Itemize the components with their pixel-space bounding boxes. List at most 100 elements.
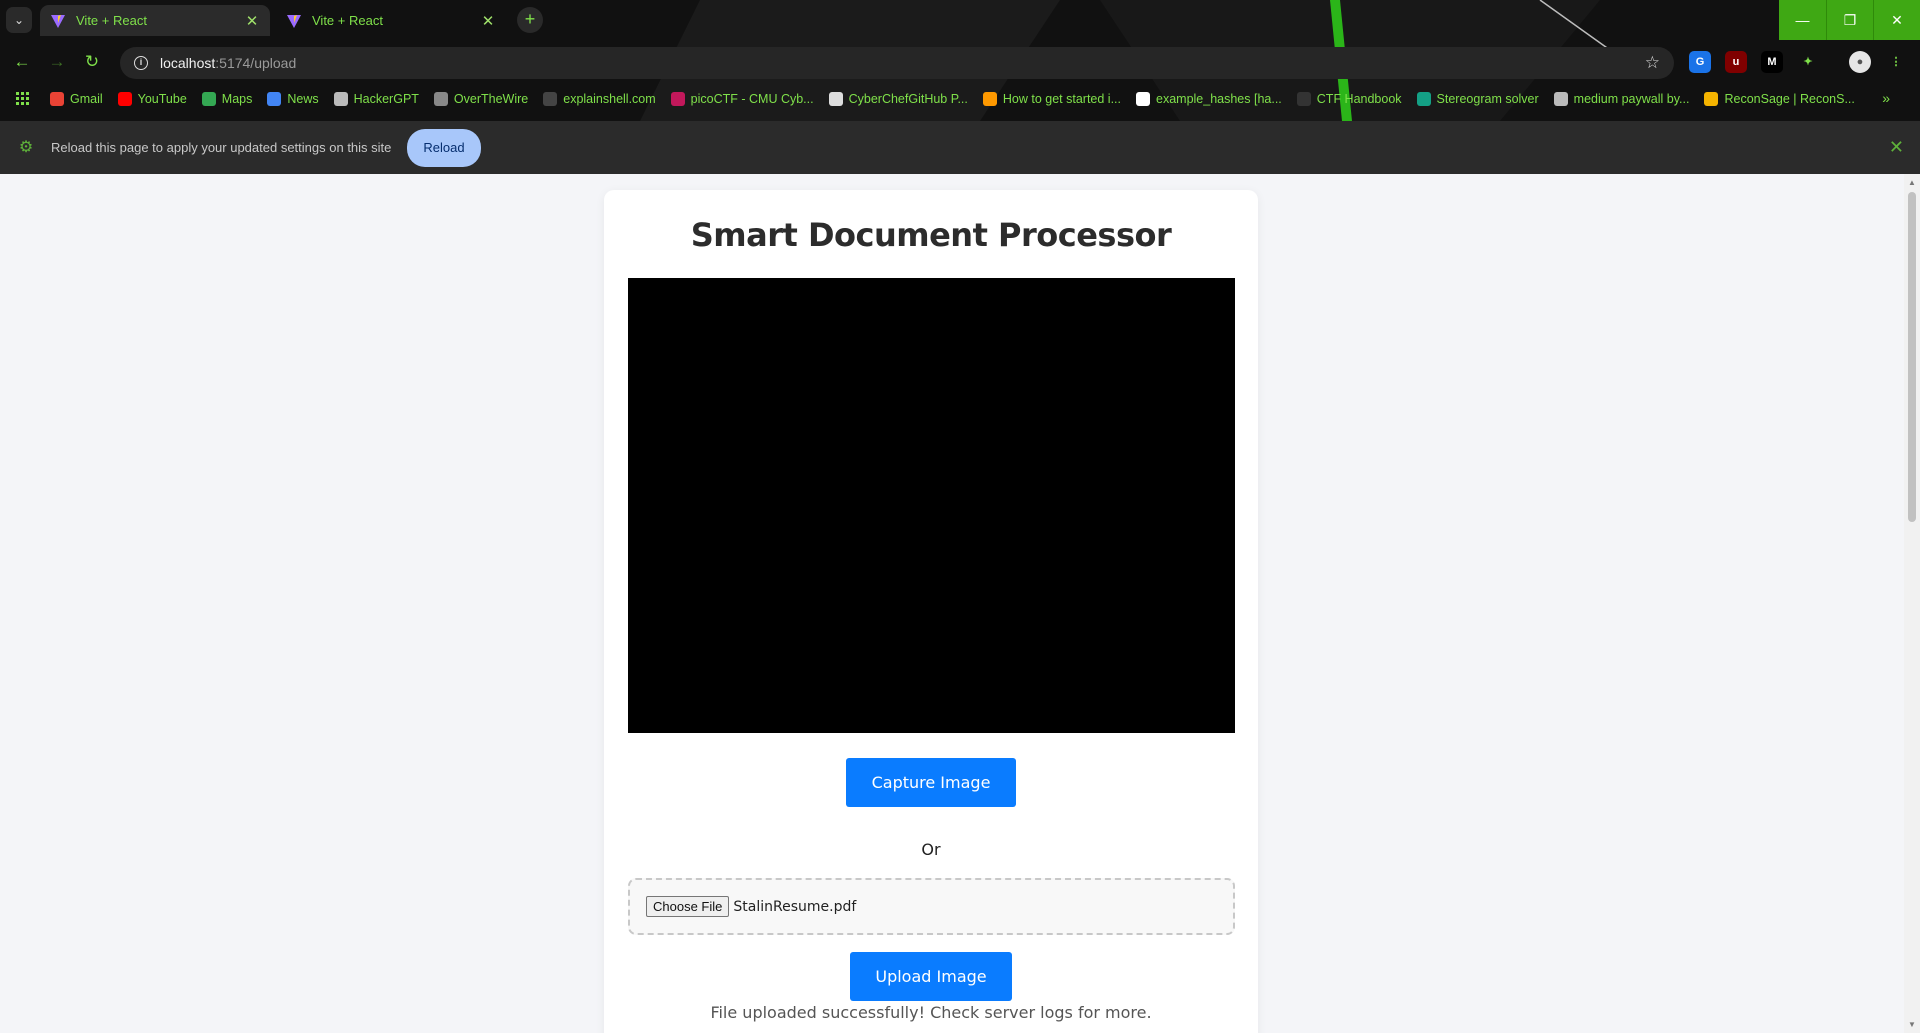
- upload-status-message: File uploaded successfully! Check server…: [710, 1003, 1152, 1022]
- bookmark-label: News: [287, 92, 319, 106]
- browser-menu-icon[interactable]: ⋮: [1885, 51, 1907, 73]
- news-icon: [267, 92, 282, 106]
- url-path: :5174/upload: [215, 55, 297, 71]
- bookmark-label: example_hashes [ha...: [1156, 92, 1282, 106]
- bookmark-label: ReconSage | ReconS...: [1724, 92, 1855, 106]
- close-tab-icon[interactable]: ✕: [480, 12, 496, 30]
- close-window-button[interactable]: ✕: [1873, 0, 1920, 40]
- bookmarks-bar: Gmail YouTube Maps News HackerGPT OverTheWire…: [0, 84, 1920, 114]
- scroll-up-arrow-icon[interactable]: ▲: [1908, 178, 1916, 187]
- bookmark-item[interactable]: OverTheWire: [433, 92, 529, 106]
- tab-vite-react-1[interactable]: Vite + React ✕: [40, 5, 270, 36]
- camera-preview: [628, 278, 1235, 733]
- bookmark-item[interactable]: YouTube: [117, 92, 187, 106]
- selected-file-name: StalinResume.pdf: [733, 898, 857, 915]
- medium-extension-icon[interactable]: M: [1761, 51, 1783, 73]
- hashcat-icon: [1136, 92, 1150, 106]
- stereogram-icon: [1416, 92, 1431, 106]
- maps-icon: [201, 92, 216, 106]
- medium-icon: [1553, 92, 1568, 106]
- picoctf-icon: [670, 92, 685, 106]
- bookmark-item[interactable]: How to get started i...: [982, 92, 1121, 106]
- tab-search-button[interactable]: ⌄: [6, 7, 32, 33]
- bookmark-item[interactable]: Stereogram solver: [1416, 92, 1539, 106]
- page-viewport: Smart Document Processor Capture Image O…: [0, 174, 1904, 1033]
- address-bar[interactable]: i localhost:5174/upload ☆: [120, 47, 1674, 79]
- explainshell-icon: [543, 92, 558, 106]
- file-input-area[interactable]: Choose File StalinResume.pdf: [628, 878, 1235, 935]
- bookmark-list: Gmail YouTube Maps News HackerGPT OverTheWire…: [50, 92, 1870, 106]
- site-info-icon[interactable]: i: [134, 56, 148, 70]
- bookmark-item[interactable]: HackerGPT: [333, 92, 419, 106]
- capture-image-button[interactable]: Capture Image: [846, 758, 1016, 807]
- bookmark-label: HackerGPT: [353, 92, 419, 106]
- settings-gear-icon: ⚙: [18, 138, 34, 156]
- bookmark-item[interactable]: CyberChefGitHub P...: [828, 92, 968, 106]
- apps-grid-icon[interactable]: [16, 92, 30, 106]
- window-controls: — ❐ ✕: [1779, 0, 1920, 40]
- extensions-puzzle-icon[interactable]: ✦: [1797, 51, 1819, 73]
- bookmark-item[interactable]: Gmail: [50, 92, 103, 106]
- upload-image-button[interactable]: Upload Image: [850, 952, 1012, 1001]
- url-host: localhost: [160, 55, 216, 71]
- overthewire-icon: [433, 92, 448, 106]
- bookmark-label: explainshell.com: [563, 92, 656, 106]
- browser-chrome: ⌄ Vite + React ✕ Vite + React ✕ + — ❐ ✕ …: [0, 0, 1920, 174]
- profile-avatar-icon[interactable]: ●: [1849, 51, 1871, 73]
- reload-icon[interactable]: ↻: [80, 50, 104, 74]
- processor-card: Smart Document Processor Capture Image O…: [604, 190, 1258, 1033]
- restore-button[interactable]: ❐: [1826, 0, 1873, 40]
- new-tab-button[interactable]: +: [517, 7, 543, 33]
- page-scrollbar[interactable]: ▲ ▼: [1904, 174, 1920, 1033]
- bookmark-item[interactable]: ReconSage | ReconS...: [1704, 92, 1855, 106]
- more-bookmarks-chevron-icon[interactable]: »: [1882, 90, 1890, 106]
- bookmark-label: CTF Handbook: [1316, 92, 1402, 106]
- scrollbar-thumb[interactable]: [1908, 192, 1916, 522]
- vite-icon: [287, 14, 301, 28]
- page-title: Smart Document Processor: [690, 216, 1172, 254]
- close-tab-icon[interactable]: ✕: [244, 12, 260, 30]
- bookmark-label: How to get started i...: [1002, 92, 1121, 106]
- gmail-icon: [50, 92, 64, 106]
- forward-arrow-icon[interactable]: →: [45, 50, 69, 74]
- bookmark-label: CyberChefGitHub P...: [848, 92, 968, 106]
- hackergpt-icon: [333, 92, 348, 106]
- cyberchef-icon: [828, 92, 843, 106]
- reddit-icon: [982, 92, 997, 106]
- ctf-handbook-icon: [1296, 92, 1311, 106]
- bookmark-item[interactable]: example_hashes [ha...: [1136, 92, 1282, 106]
- tab-strip: ⌄ Vite + React ✕ Vite + React ✕ + — ❐ ✕: [0, 0, 1920, 40]
- vite-icon: [51, 14, 65, 28]
- tab-vite-react-2[interactable]: Vite + React ✕: [276, 5, 506, 36]
- minimize-button[interactable]: —: [1779, 0, 1826, 40]
- tab-title: Vite + React: [312, 13, 383, 28]
- reload-button[interactable]: Reload: [407, 128, 481, 167]
- google-translate-icon[interactable]: G: [1689, 51, 1711, 73]
- bookmark-item[interactable]: CTF Handbook: [1296, 92, 1402, 106]
- bookmark-item[interactable]: picoCTF - CMU Cyb...: [670, 92, 814, 106]
- back-arrow-icon[interactable]: ←: [10, 50, 34, 74]
- bookmark-label: OverTheWire: [453, 92, 529, 106]
- tab-title: Vite + React: [76, 13, 147, 28]
- bookmark-label: Gmail: [70, 92, 103, 106]
- lightning-icon: [1704, 92, 1719, 106]
- youtube-icon: [117, 92, 132, 106]
- ublock-origin-icon[interactable]: u: [1725, 51, 1747, 73]
- bookmark-item[interactable]: Maps: [201, 92, 253, 106]
- scroll-down-arrow-icon[interactable]: ▼: [1908, 1020, 1916, 1029]
- infobar-close-icon[interactable]: ✕: [1889, 137, 1904, 158]
- bookmark-star-icon[interactable]: ☆: [1645, 53, 1660, 73]
- navigation-bar: ← → ↻ i localhost:5174/upload ☆ G u M ✦ …: [0, 40, 1920, 84]
- choose-file-button[interactable]: Choose File: [646, 896, 730, 917]
- bookmark-item[interactable]: News: [267, 92, 319, 106]
- bookmark-label: Maps: [221, 92, 253, 106]
- bookmark-label: YouTube: [137, 92, 187, 106]
- bookmark-label: Stereogram solver: [1436, 92, 1539, 106]
- infobar-message: Reload this page to apply your updated s…: [51, 140, 392, 155]
- bookmark-item[interactable]: medium paywall by...: [1553, 92, 1690, 106]
- or-divider-label: Or: [921, 840, 941, 859]
- settings-infobar: ⚙ Reload this page to apply your updated…: [0, 121, 1920, 174]
- bookmark-item[interactable]: explainshell.com: [543, 92, 656, 106]
- bookmark-label: picoCTF - CMU Cyb...: [690, 92, 814, 106]
- bookmark-label: medium paywall by...: [1573, 92, 1690, 106]
